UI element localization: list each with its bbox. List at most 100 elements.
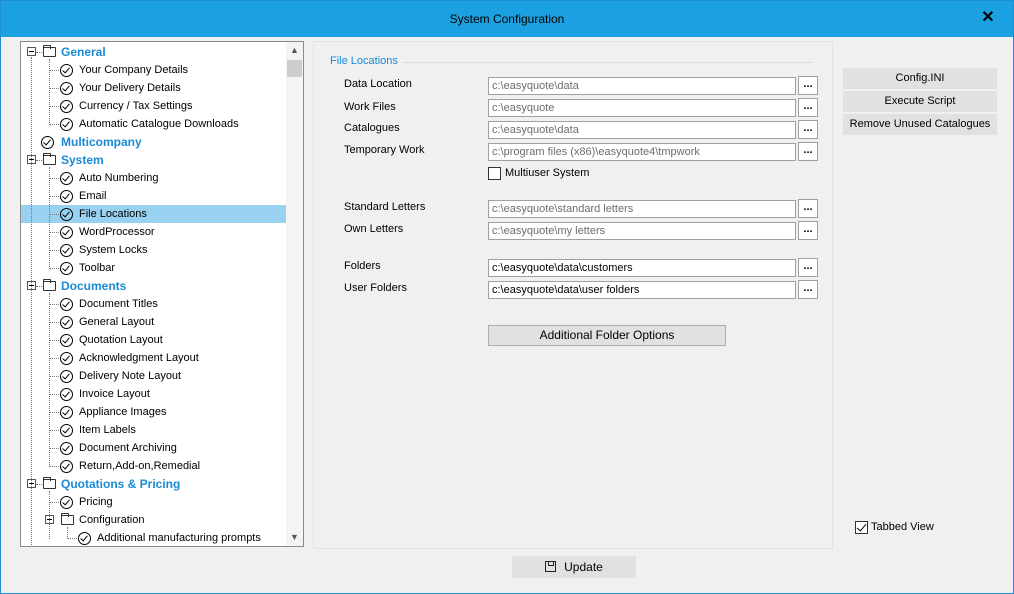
tree-connector [36, 484, 42, 485]
tree-item-automatic-catalogue-downloads[interactable]: Automatic Catalogue Downloads [21, 115, 287, 133]
tree-item-configuration[interactable]: Configuration [21, 511, 287, 529]
data-location-field[interactable]: c:\easyquote\data [488, 77, 796, 95]
group-divider [402, 62, 812, 63]
own-letters-field[interactable]: c:\easyquote\my letters [488, 222, 796, 240]
tree-label: System Locks [79, 244, 148, 256]
temporary-work-label: Temporary Work [344, 144, 425, 156]
check-icon [60, 424, 73, 437]
scroll-up-arrow-icon[interactable]: ▲ [286, 42, 303, 59]
tree-label: Return,Add-on,Remedial [79, 460, 201, 472]
catalogues-browse-button[interactable]: ... [798, 120, 818, 139]
standard-letters-browse-button[interactable]: ... [798, 199, 818, 218]
tree-label: Documents [61, 279, 127, 293]
tree-scrollbar[interactable]: ▲ ▼ [286, 42, 303, 546]
tabbed-view-checkbox[interactable] [855, 521, 868, 534]
check-icon [60, 352, 73, 365]
tree-label: Auto Numbering [79, 172, 159, 184]
tree-item-return-add-on-remedial[interactable]: Return,Add-on,Remedial [21, 457, 287, 475]
data-location-label: Data Location [344, 78, 412, 90]
tree-label: Quotation Layout [79, 334, 163, 346]
multiuser-system-checkbox[interactable] [488, 167, 501, 180]
tree-connector [49, 491, 50, 539]
work-files-browse-button[interactable]: ... [798, 98, 818, 117]
tree-connector [36, 160, 42, 161]
tree-item-document-archiving[interactable]: Document Archiving [21, 439, 287, 457]
tree-item-email[interactable]: Email [21, 187, 287, 205]
tree-connector [36, 286, 42, 287]
tree-connector [49, 232, 59, 233]
tree-connector [49, 322, 59, 323]
settings-tree[interactable]: General Your Company Details Your Delivery… [20, 41, 304, 547]
tree-connector [67, 538, 77, 539]
remove-unused-catalogues-button[interactable]: Remove Unused Catalogues [843, 114, 997, 135]
config-ini-button[interactable]: Config.INI [843, 68, 997, 89]
tree-item-delivery-note-layout[interactable]: Delivery Note Layout [21, 367, 287, 385]
close-icon[interactable]: ✕ [981, 10, 995, 26]
user-folders-browse-button[interactable]: ... [798, 280, 818, 299]
tree-item-documents[interactable]: Documents [21, 277, 287, 295]
standard-letters-field[interactable]: c:\easyquote\standard letters [488, 200, 796, 218]
tree-connector [36, 52, 42, 53]
folders-browse-button[interactable]: ... [798, 258, 818, 277]
multiuser-system-label: Multiuser System [505, 167, 590, 179]
catalogues-field[interactable]: c:\easyquote\data [488, 121, 796, 139]
update-label: Update [564, 560, 603, 574]
own-letters-browse-button[interactable]: ... [798, 221, 818, 240]
temporary-work-browse-button[interactable]: ... [798, 142, 818, 161]
tree-item-item-labels[interactable]: Item Labels [21, 421, 287, 439]
work-files-field[interactable]: c:\easyquote [488, 99, 796, 117]
tree-item-quotation-layout[interactable]: Quotation Layout [21, 331, 287, 349]
user-folders-field[interactable]: c:\easyquote\data\user folders [488, 281, 796, 299]
additional-folder-options-button[interactable]: Additional Folder Options [488, 325, 726, 346]
check-icon [60, 298, 73, 311]
check-icon [60, 370, 73, 383]
tree-label: Quotations & Pricing [61, 477, 181, 491]
tree-item-your-delivery-details[interactable]: Your Delivery Details [21, 79, 287, 97]
check-icon [60, 82, 73, 95]
tree-item-document-titles[interactable]: Document Titles [21, 295, 287, 313]
folders-field[interactable]: c:\easyquote\data\customers [488, 259, 796, 277]
tree-connector [49, 196, 59, 197]
tree-item-appliance-images[interactable]: Appliance Images [21, 403, 287, 421]
scroll-thumb[interactable] [287, 60, 302, 77]
tree-item-file-locations[interactable]: File Locations [21, 205, 287, 223]
tree-item-system[interactable]: System [21, 151, 287, 169]
tree-label: File Locations [79, 208, 147, 220]
data-location-browse-button[interactable]: ... [798, 76, 818, 95]
tree-item-toolbar[interactable]: Toolbar [21, 259, 287, 277]
tree-label: Email [79, 190, 107, 202]
execute-script-button[interactable]: Execute Script [843, 91, 997, 112]
tree-connector [49, 106, 59, 107]
tree-connector [49, 70, 59, 71]
check-icon [60, 226, 73, 239]
tree-item-pricing[interactable]: Pricing [21, 493, 287, 511]
tree-connector [49, 59, 50, 125]
check-icon [60, 406, 73, 419]
check-icon [60, 460, 73, 473]
tree-item-quotations-pricing[interactable]: Quotations & Pricing [21, 475, 287, 493]
update-button[interactable]: Update [512, 556, 636, 578]
tree-item-system-locks[interactable]: System Locks [21, 241, 287, 259]
tree-item-invoice-layout[interactable]: Invoice Layout [21, 385, 287, 403]
save-icon [545, 561, 557, 572]
tree-connector [49, 214, 59, 215]
tree-label: Invoice Layout [79, 388, 150, 400]
folder-icon [43, 153, 56, 165]
tree-item-multicompany[interactable]: Multicompany [21, 133, 287, 151]
tree-item-currency-tax-settings[interactable]: Currency / Tax Settings [21, 97, 287, 115]
tree-item-auto-numbering[interactable]: Auto Numbering [21, 169, 287, 187]
temporary-work-field[interactable]: c:\program files (x86)\easyquote4\tmpwor… [488, 143, 796, 161]
tree-item-general-layout[interactable]: General Layout [21, 313, 287, 331]
tree-connector [49, 412, 59, 413]
tree-item-your-company-details[interactable]: Your Company Details [21, 61, 287, 79]
scroll-down-arrow-icon[interactable]: ▼ [286, 529, 303, 546]
collapse-icon[interactable] [27, 47, 36, 56]
tree-label: Currency / Tax Settings [79, 100, 193, 112]
tree-item-acknowledgment-layout[interactable]: Acknowledgment Layout [21, 349, 287, 367]
tree-label: WordProcessor [79, 226, 155, 238]
tree-label: Item Labels [79, 424, 136, 436]
tree-item-general[interactable]: General [21, 43, 287, 61]
tree-label: Appliance Images [79, 406, 167, 418]
tree-item-additional-manufacturing-prompts[interactable]: Additional manufacturing prompts [21, 529, 287, 546]
tree-item-wordprocessor[interactable]: WordProcessor [21, 223, 287, 241]
